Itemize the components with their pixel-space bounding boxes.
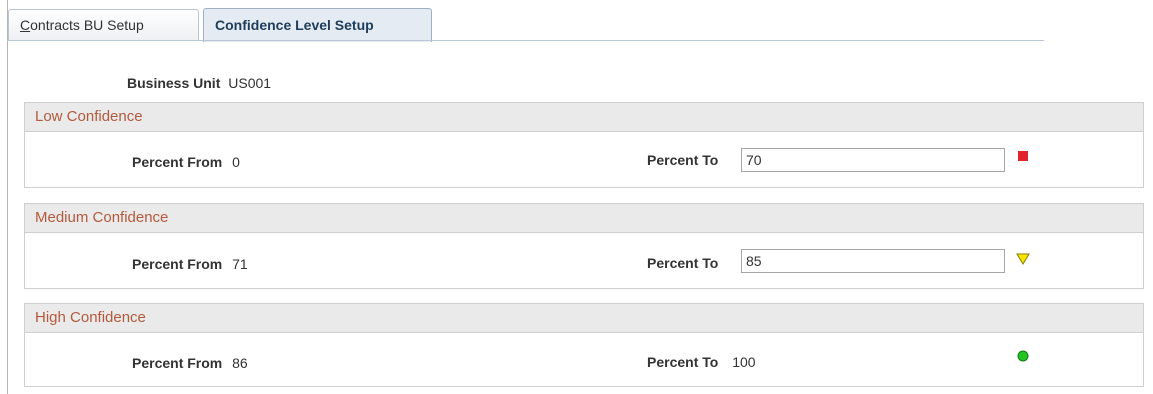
business-unit-label: Business Unit bbox=[127, 75, 221, 91]
high-confidence-group: High Confidence Percent From 86 Percent … bbox=[24, 303, 1144, 387]
tab-confidence-level-setup-label: Confidence Level Setup bbox=[215, 17, 374, 33]
low-confidence-group: Low Confidence Percent From 0 Percent To… bbox=[24, 102, 1144, 188]
low-percent-to-input[interactable]: 70 bbox=[741, 148, 1005, 172]
tab-bar: Contracts BU Setup Confidence Level Setu… bbox=[7, 4, 1044, 42]
high-percent-to-value: 100 bbox=[732, 354, 756, 370]
medium-percent-to-label-wrap: Percent To bbox=[647, 255, 718, 271]
medium-confidence-header: Medium Confidence bbox=[25, 204, 1143, 233]
red-square-icon bbox=[1018, 151, 1028, 161]
high-percent-to-label: Percent To bbox=[647, 354, 719, 370]
medium-percent-to-label: Percent To bbox=[647, 255, 719, 271]
business-unit-row: Business Unit US001 bbox=[127, 75, 271, 91]
low-percent-from-label: Percent From bbox=[132, 154, 223, 170]
medium-percent-from: Percent From 71 bbox=[132, 256, 248, 272]
medium-percent-from-label: Percent From bbox=[132, 256, 223, 272]
low-percent-from: Percent From 0 bbox=[132, 154, 240, 170]
high-confidence-header: High Confidence bbox=[25, 304, 1143, 333]
tab-accesskey-letter: C bbox=[20, 17, 31, 33]
business-unit-value: US001 bbox=[228, 75, 272, 91]
medium-percent-from-value: 71 bbox=[232, 256, 248, 272]
medium-confidence-group: Medium Confidence Percent From 71 Percen… bbox=[24, 203, 1144, 289]
high-percent-from-label: Percent From bbox=[132, 355, 223, 371]
yellow-triangle-down-icon bbox=[1016, 253, 1030, 265]
tab-confidence-level-setup[interactable]: Confidence Level Setup bbox=[203, 8, 432, 42]
tab-contracts-bu-setup[interactable]: Contracts BU Setup bbox=[8, 9, 199, 40]
tab-underline bbox=[7, 40, 1044, 41]
low-percent-from-value: 0 bbox=[232, 154, 240, 170]
low-percent-to-label: Percent To bbox=[647, 152, 719, 168]
high-percent-from: Percent From 86 bbox=[132, 355, 248, 371]
green-circle-icon bbox=[1017, 350, 1029, 362]
low-percent-to-label-wrap: Percent To bbox=[647, 152, 718, 168]
page-left-border bbox=[7, 0, 8, 394]
low-confidence-header: Low Confidence bbox=[25, 103, 1143, 132]
medium-percent-to-input[interactable]: 85 bbox=[741, 249, 1005, 273]
high-percent-to: Percent To 100 bbox=[647, 354, 756, 370]
high-percent-from-value: 86 bbox=[232, 355, 248, 371]
tab-contracts-bu-setup-label: ontracts BU Setup bbox=[30, 17, 144, 33]
